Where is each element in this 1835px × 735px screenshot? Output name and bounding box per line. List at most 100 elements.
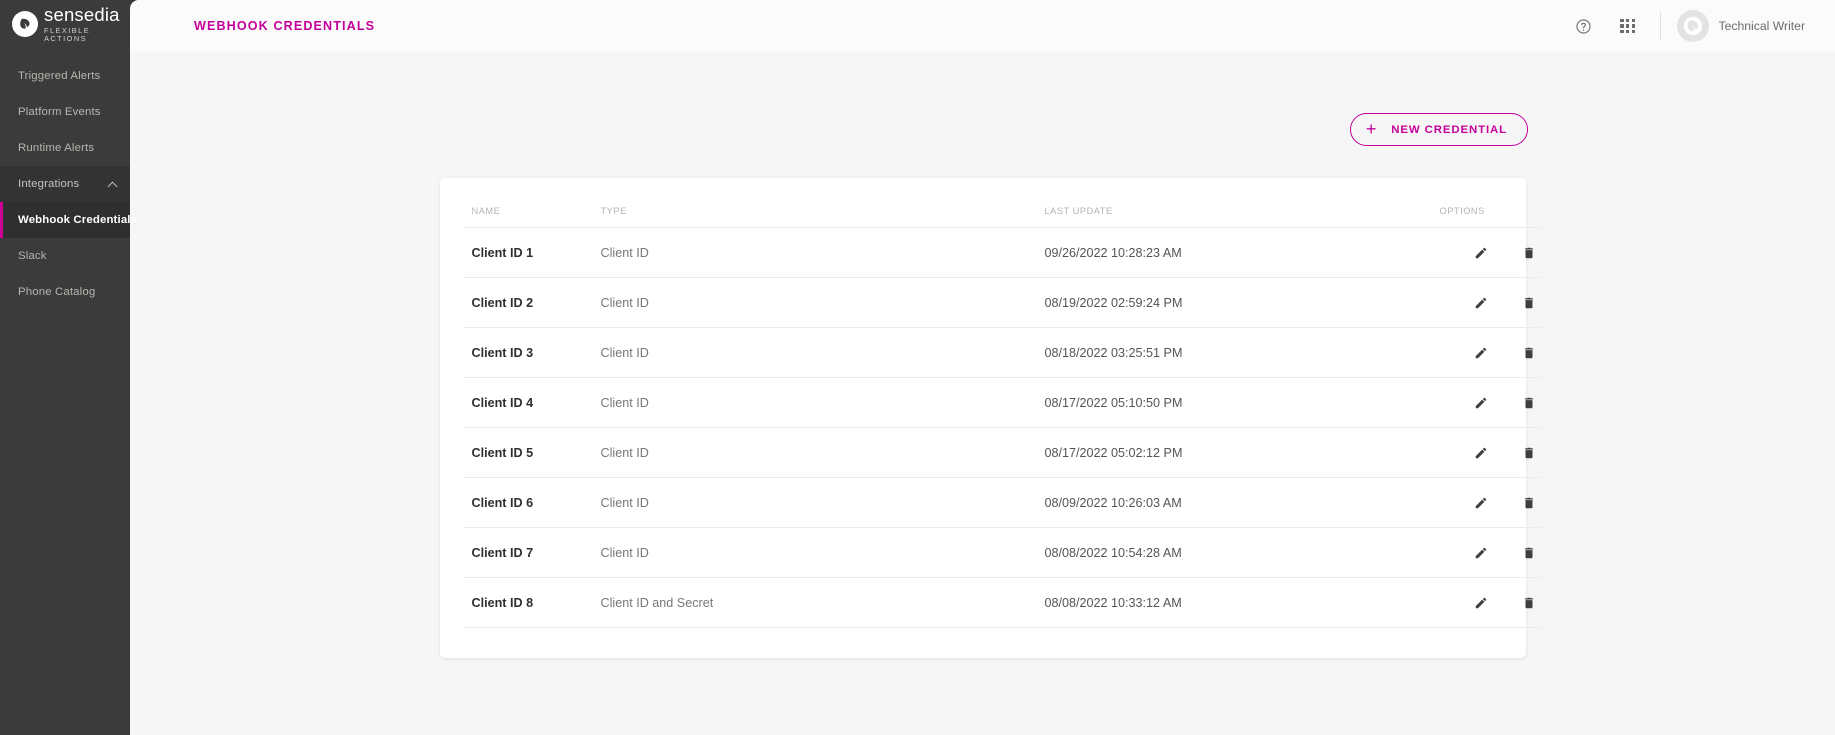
sidebar-item-label: Triggered Alerts <box>18 70 101 82</box>
brand-logo[interactable]: sensedia FLEXIBLE ACTIONS <box>0 0 130 48</box>
cell-type: Client ID <box>600 527 1045 578</box>
delete-trash-icon[interactable] <box>1516 592 1542 614</box>
cell-options <box>1439 577 1542 628</box>
credentials-table: NAME TYPE LAST UPDATE OPTIONS Client ID … <box>463 192 1542 628</box>
cell-options <box>1439 227 1542 278</box>
column-header-type: TYPE <box>600 192 1045 228</box>
cell-name: Client ID 6 <box>463 477 601 528</box>
cell-type: Client ID <box>600 477 1045 528</box>
cell-type: Client ID <box>600 227 1045 278</box>
cell-name: Client ID 2 <box>463 277 601 328</box>
credentials-card: NAME TYPE LAST UPDATE OPTIONS Client ID … <box>439 178 1542 658</box>
content-area: + NEW CREDENTIAL NAME TYPE LAST UPDATE O… <box>130 52 1835 735</box>
cell-options <box>1439 327 1542 378</box>
table-row[interactable]: Client ID 1 Client ID 09/26/2022 10:28:2… <box>463 227 1542 278</box>
app-window: sensedia FLEXIBLE ACTIONS Triggered Aler… <box>0 0 1835 735</box>
user-name: Technical Writer <box>1718 19 1805 33</box>
delete-trash-icon[interactable] <box>1516 492 1542 514</box>
main-panel: WEBHOOK CREDENTIALS Technical Writer + N… <box>130 0 1835 735</box>
cell-type: Client ID <box>600 277 1045 328</box>
cell-last-update: 08/19/2022 02:59:24 PM <box>1044 277 1440 328</box>
sidebar-item-slack[interactable]: Slack <box>0 238 130 274</box>
table-row[interactable]: Client ID 7 Client ID 08/08/2022 10:54:2… <box>463 527 1542 578</box>
top-bar-actions: Technical Writer <box>1562 0 1809 52</box>
table-head: NAME TYPE LAST UPDATE OPTIONS <box>463 192 1542 228</box>
sidebar-item-runtime-alerts[interactable]: Runtime Alerts <box>0 130 130 166</box>
sidebar: sensedia FLEXIBLE ACTIONS Triggered Aler… <box>0 0 137 735</box>
sidebar-item-triggered-alerts[interactable]: Triggered Alerts <box>0 58 130 94</box>
column-header-last-update: LAST UPDATE <box>1044 192 1440 228</box>
edit-pencil-icon[interactable] <box>1468 342 1494 364</box>
sidebar-item-label: Runtime Alerts <box>18 142 95 154</box>
page-title: WEBHOOK CREDENTIALS <box>194 19 376 33</box>
edit-pencil-icon[interactable] <box>1468 242 1494 264</box>
cell-name: Client ID 4 <box>463 377 601 428</box>
cell-name: Client ID 3 <box>463 327 601 378</box>
cell-type: Client ID <box>600 427 1045 478</box>
new-credential-label: NEW CREDENTIAL <box>1391 123 1507 136</box>
sidebar-item-webhook-credentials[interactable]: Webhook Credentials <box>0 202 137 238</box>
brand-tagline: FLEXIBLE ACTIONS <box>44 26 91 43</box>
help-circle-icon[interactable] <box>1562 0 1606 52</box>
edit-pencil-icon[interactable] <box>1468 592 1494 614</box>
sidebar-item-label: Phone Catalog <box>18 286 96 298</box>
edit-pencil-icon[interactable] <box>1468 442 1494 464</box>
sidebar-group-integrations[interactable]: Integrations <box>0 166 130 202</box>
cell-last-update: 08/08/2022 10:54:28 AM <box>1044 527 1440 578</box>
user-menu[interactable]: Technical Writer <box>1676 10 1809 42</box>
edit-pencil-icon[interactable] <box>1468 542 1494 564</box>
sidebar-item-label: Platform Events <box>18 106 101 118</box>
sidebar-item-platform-events[interactable]: Platform Events <box>0 94 130 130</box>
cell-last-update: 08/08/2022 10:33:12 AM <box>1044 577 1440 628</box>
delete-trash-icon[interactable] <box>1516 292 1542 314</box>
cell-options <box>1439 527 1542 578</box>
delete-trash-icon[interactable] <box>1516 342 1542 364</box>
sidebar-item-label: Webhook Credentials <box>18 214 138 226</box>
table-row[interactable]: Client ID 6 Client ID 08/09/2022 10:26:0… <box>463 477 1542 528</box>
delete-trash-icon[interactable] <box>1516 542 1542 564</box>
table-body: Client ID 1 Client ID 09/26/2022 10:28:2… <box>463 227 1542 628</box>
table-row[interactable]: Client ID 5 Client ID 08/17/2022 05:02:1… <box>463 427 1542 478</box>
cell-name: Client ID 8 <box>463 577 601 628</box>
toolbar-divider <box>1659 12 1661 40</box>
delete-trash-icon[interactable] <box>1516 442 1542 464</box>
column-header-name: NAME <box>463 192 601 228</box>
column-header-options: OPTIONS <box>1439 192 1542 228</box>
table-header-row: NAME TYPE LAST UPDATE OPTIONS <box>463 192 1542 228</box>
table-row[interactable]: Client ID 2 Client ID 08/19/2022 02:59:2… <box>463 277 1542 328</box>
cell-options <box>1439 277 1542 328</box>
apps-grid-icon[interactable] <box>1606 0 1650 52</box>
edit-pencil-icon[interactable] <box>1468 292 1494 314</box>
cell-type: Client ID <box>600 327 1045 378</box>
top-bar: WEBHOOK CREDENTIALS Technical Writer <box>130 0 1835 52</box>
edit-pencil-icon[interactable] <box>1468 492 1494 514</box>
cell-name: Client ID 7 <box>463 527 601 578</box>
cell-last-update: 08/17/2022 05:02:12 PM <box>1044 427 1440 478</box>
plus-icon: + <box>1365 118 1378 139</box>
cell-type: Client ID <box>600 377 1045 428</box>
cell-last-update: 08/17/2022 05:10:50 PM <box>1044 377 1440 428</box>
delete-trash-icon[interactable] <box>1516 242 1542 264</box>
cell-last-update: 09/26/2022 10:28:23 AM <box>1044 227 1440 278</box>
table-row[interactable]: Client ID 4 Client ID 08/17/2022 05:10:5… <box>463 377 1542 428</box>
table-row[interactable]: Client ID 8 Client ID and Secret 08/08/2… <box>463 577 1542 628</box>
sidebar-item-label: Slack <box>18 250 47 262</box>
chevron-up-icon <box>109 180 118 189</box>
avatar <box>1676 10 1709 42</box>
cell-name: Client ID 5 <box>463 427 601 478</box>
sidebar-item-phone-catalog[interactable]: Phone Catalog <box>0 274 130 310</box>
cell-options <box>1439 477 1542 528</box>
delete-trash-icon[interactable] <box>1516 392 1542 414</box>
cell-last-update: 08/18/2022 03:25:51 PM <box>1044 327 1440 378</box>
sidebar-item-label: Integrations <box>18 178 80 190</box>
edit-pencil-icon[interactable] <box>1468 392 1494 414</box>
table-row[interactable]: Client ID 3 Client ID 08/18/2022 03:25:5… <box>463 327 1542 378</box>
brand-name: sensedia <box>44 3 120 25</box>
sidebar-nav: Triggered Alerts Platform Events Runtime… <box>0 58 137 310</box>
sensedia-logo-icon <box>12 11 38 37</box>
cell-options <box>1439 377 1542 428</box>
action-row: + NEW CREDENTIAL <box>190 52 1775 146</box>
cell-options <box>1439 427 1542 478</box>
cell-type: Client ID and Secret <box>600 577 1045 628</box>
new-credential-button[interactable]: + NEW CREDENTIAL <box>1349 113 1528 146</box>
